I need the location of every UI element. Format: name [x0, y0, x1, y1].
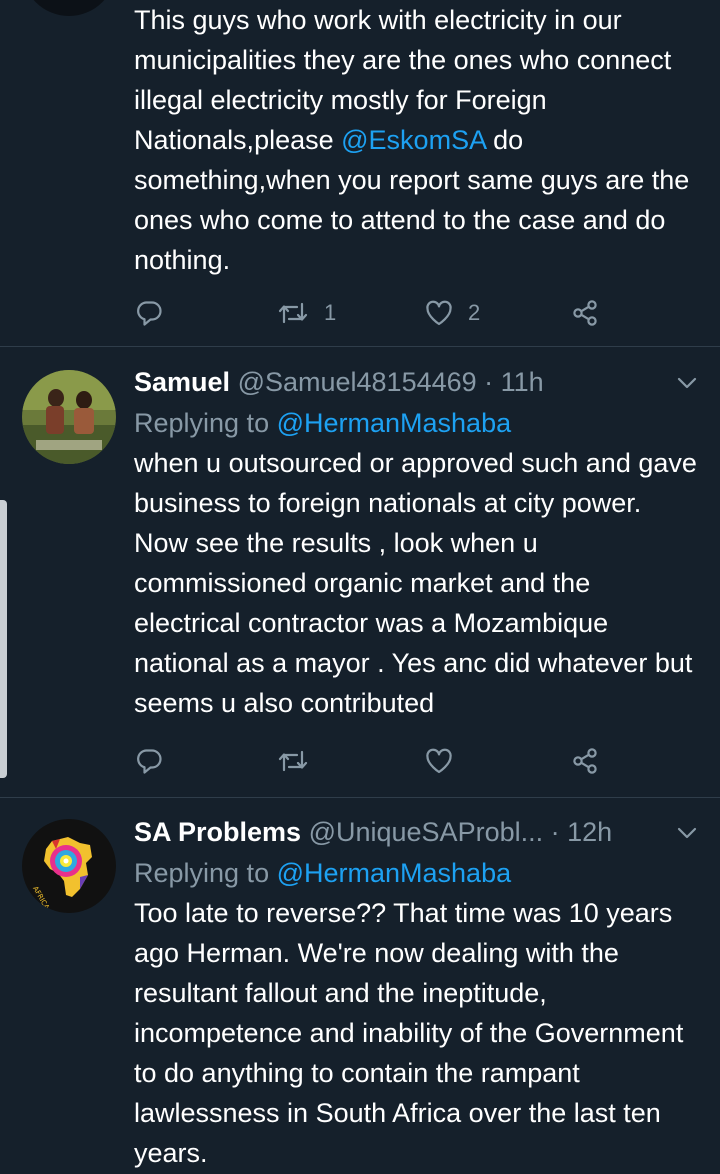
timeline-feed[interactable]: This guys who work with electricity in o…	[0, 0, 720, 1174]
retweet-icon	[278, 750, 308, 772]
share-button[interactable]	[570, 741, 600, 781]
chevron-down-icon[interactable]	[676, 822, 698, 844]
avatar[interactable]: AFRICA	[22, 819, 116, 913]
tweet-actions	[134, 741, 614, 781]
replying-to-label: Replying to	[134, 858, 277, 888]
like-button[interactable]: 2	[424, 293, 480, 333]
tweet-text: This guys who work with electricity in o…	[134, 0, 698, 280]
tweet-header: SA Problems @UniqueSAProbl... · 12h	[134, 814, 698, 850]
reply-button[interactable]	[134, 293, 178, 333]
like-icon	[426, 300, 452, 326]
avatar[interactable]	[22, 0, 116, 16]
retweet-icon	[278, 302, 308, 324]
chevron-down-icon[interactable]	[676, 372, 698, 394]
avatar[interactable]	[22, 370, 116, 464]
share-icon	[573, 748, 597, 774]
user-handle[interactable]: @UniqueSAProbl...	[309, 817, 544, 847]
tweet-text: when u outsourced or approved such and g…	[134, 448, 697, 718]
retweet-count: 1	[324, 300, 337, 325]
separator: ·	[543, 817, 568, 847]
replying-to: Replying to @HermanMashaba	[134, 403, 698, 443]
separator: ·	[476, 367, 501, 397]
reply-button[interactable]	[134, 741, 178, 781]
timestamp[interactable]: 11h	[501, 367, 544, 397]
tweet-header: Samuel @Samuel48154469 · 11h	[134, 364, 698, 400]
replying-to-label: Replying to	[134, 408, 277, 438]
share-button[interactable]	[570, 293, 600, 333]
replying-to-mention[interactable]: @HermanMashaba	[277, 408, 512, 438]
tweet[interactable]: This guys who work with electricity in o…	[0, 0, 720, 347]
display-name[interactable]: Samuel	[134, 367, 230, 397]
user-handle[interactable]: @Samuel48154469	[238, 367, 477, 397]
tweet[interactable]: AFRICA SA Problems @UniqueSAProbl... · 1…	[0, 798, 720, 1174]
reply-icon	[137, 301, 162, 326]
tweet-text: Too late to reverse?? That time was 10 y…	[134, 898, 684, 1168]
timestamp[interactable]: 12h	[567, 817, 612, 847]
tweet[interactable]: Samuel @Samuel48154469 · 11h Replying to…	[0, 347, 720, 798]
scrollbar[interactable]	[0, 500, 7, 778]
replying-to: Replying to @HermanMashaba	[134, 853, 698, 893]
retweet-button[interactable]: 1	[276, 293, 336, 333]
like-icon	[426, 748, 452, 774]
share-icon	[573, 300, 597, 326]
replying-to-mention[interactable]: @HermanMashaba	[277, 858, 512, 888]
like-button[interactable]	[424, 741, 468, 781]
reply-icon	[137, 749, 162, 774]
retweet-button[interactable]	[276, 741, 324, 781]
like-count: 2	[468, 300, 481, 325]
mention-link[interactable]: @EskomSA	[341, 125, 485, 155]
display-name[interactable]: SA Problems	[134, 817, 301, 847]
tweet-actions: 1 2	[134, 293, 614, 333]
avatar-image	[22, 370, 116, 464]
